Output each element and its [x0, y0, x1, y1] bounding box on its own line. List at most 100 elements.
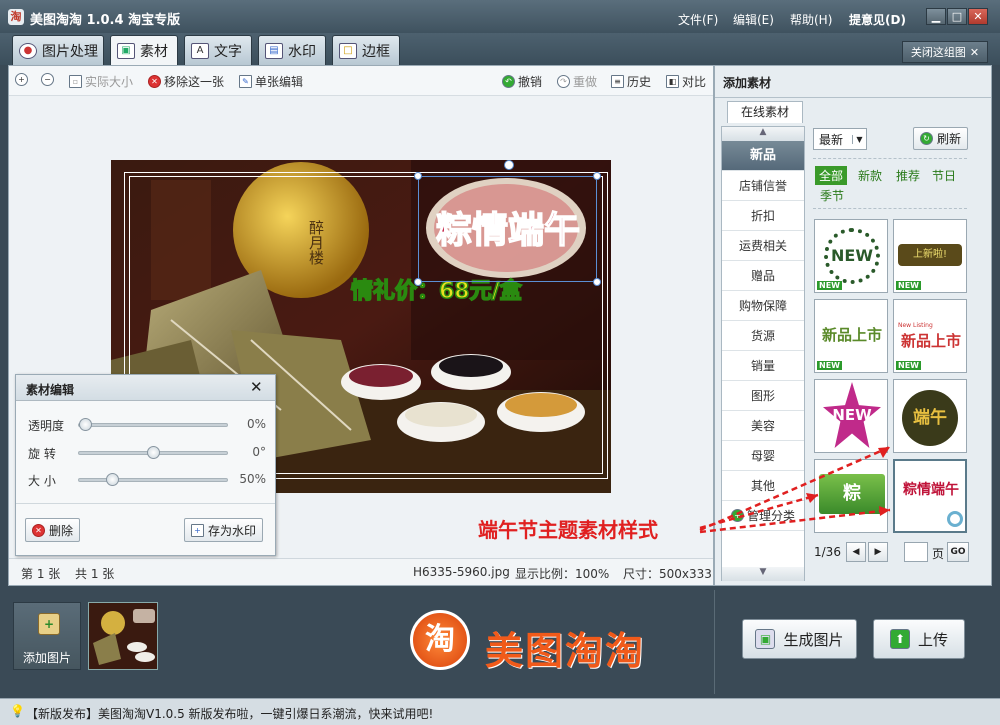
resize-handle[interactable] — [593, 172, 601, 180]
rotate-slider[interactable] — [78, 446, 228, 459]
filter-season[interactable]: 季节 — [820, 187, 844, 204]
tab-label: 水印 — [288, 43, 316, 60]
close-window-button[interactable]: ✕ — [968, 8, 988, 25]
material-thumb[interactable]: 上新啦! NEW — [893, 219, 967, 293]
filter-divider — [813, 158, 967, 159]
size-label: 大 小 — [28, 474, 56, 488]
resize-handle[interactable] — [414, 278, 422, 286]
opacity-value: 0% — [246, 417, 266, 431]
tab-image-processing[interactable]: ● 图片处理 — [12, 35, 104, 65]
rotate-handle[interactable] — [504, 160, 514, 170]
undo-label: 撤销 — [518, 75, 543, 89]
current-page: 第 1 张 — [21, 567, 61, 581]
scroll-down-icon[interactable]: ▼ — [722, 567, 804, 581]
history-button[interactable]: ≡ 历史 — [611, 73, 651, 90]
category-new[interactable]: 新品 — [722, 141, 804, 171]
redo-icon: ↷ — [557, 75, 570, 88]
category-protection[interactable]: 购物保障 — [722, 291, 804, 321]
redo-button[interactable]: ↷ 重做 — [557, 73, 597, 90]
title-divider — [715, 97, 991, 98]
zoom-out-button[interactable]: − — [41, 73, 54, 86]
menu-feedback[interactable]: 提意见(D) — [849, 11, 906, 28]
undo-button[interactable]: ↶ 撤销 — [502, 73, 542, 90]
filter-new-style[interactable]: 新款 — [858, 167, 882, 184]
opacity-slider-thumb[interactable] — [79, 418, 92, 431]
tab-border[interactable]: □ 边框 — [332, 35, 400, 65]
close-image-group-button[interactable]: 关闭这组图 ✕ — [902, 41, 988, 63]
menu-file[interactable]: 文件(F) — [678, 11, 718, 28]
category-gift[interactable]: 赠品 — [722, 261, 804, 291]
upload-button[interactable]: ⬆ 上传 — [873, 619, 965, 659]
category-source[interactable]: 货源 — [722, 321, 804, 351]
panel-close-icon[interactable]: ✕ — [250, 378, 263, 396]
tab-materials[interactable]: ▣ 素材 — [110, 35, 178, 65]
resize-handle[interactable] — [414, 172, 422, 180]
tab-label: 图片处理 — [42, 43, 98, 60]
tab-watermark[interactable]: ▤ 水印 — [258, 35, 326, 65]
category-shop-credit[interactable]: 店铺信誉 — [722, 171, 804, 201]
news-text[interactable]: 【新版发布】美图淘淘V1.0.5 新版发布啦，一键引爆日系潮流，快来试用吧! — [26, 705, 433, 722]
menu-help[interactable]: 帮助(H) — [790, 11, 832, 28]
menu-edit[interactable]: 编辑(E) — [733, 11, 774, 28]
scroll-up-icon[interactable]: ▲ — [722, 127, 804, 141]
prev-page-button[interactable]: ◀ — [846, 542, 866, 562]
chevron-down-icon: ▼ — [852, 134, 866, 144]
app-title: 美图淘淘 1.0.4 淘宝专版 — [30, 13, 181, 28]
single-edit-button[interactable]: ✎ 单张编辑 — [239, 73, 303, 90]
tab-text[interactable]: A 文字 — [184, 35, 252, 65]
add-image-button[interactable]: + 添加图片 — [13, 602, 81, 670]
material-thumb[interactable]: NEW NEW — [814, 219, 888, 293]
delete-button[interactable]: ✕ 删除 — [25, 518, 81, 542]
thumb-small-text: New Listing — [898, 322, 933, 329]
category-sales[interactable]: 销量 — [722, 351, 804, 381]
size-slider-thumb[interactable] — [106, 473, 119, 486]
resize-handle[interactable] — [593, 278, 601, 286]
page-input[interactable] — [904, 542, 928, 562]
category-beauty[interactable]: 美容 — [722, 411, 804, 441]
new-tag: NEW — [817, 361, 842, 370]
zoom-in-button[interactable]: + — [15, 73, 28, 86]
filter-recommended[interactable]: 推荐 — [896, 167, 920, 184]
remove-one-button[interactable]: ✕ 移除这一张 — [148, 73, 224, 90]
refresh-button[interactable]: ↻ 刷新 — [913, 127, 969, 150]
go-button[interactable]: GO — [947, 542, 969, 562]
material-thumb-selected[interactable]: 粽情端午 — [893, 459, 967, 533]
brand-logo-icon: 淘 — [410, 610, 470, 670]
actual-size-label: 实际大小 — [85, 75, 134, 89]
watermark-save-icon: + — [191, 523, 204, 537]
edit-toolbar: + − ▫ 实际大小 ✕ 移除这一张 ✎ 单张编辑 ↶ 撤销 ↷ 重做 ≡ 历史 ◧ 对比 — [9, 66, 713, 96]
rotate-slider-thumb[interactable] — [146, 446, 160, 459]
bottom-divider — [714, 590, 715, 694]
image-status-bar: 第 1 张 共 1 张 H6335-5960.jpg 显示比例：100% 尺寸：… — [9, 558, 713, 585]
panel-title: 素材编辑 — [26, 383, 75, 397]
main-tab-bar: ● 图片处理 ▣ 素材 A 文字 ▤ 水印 □ 边框 关闭这组图 ✕ — [0, 33, 1000, 65]
category-shipping[interactable]: 运费相关 — [722, 231, 804, 261]
sort-select[interactable]: 最新 ▼ — [813, 128, 867, 150]
category-shapes[interactable]: 图形 — [722, 381, 804, 411]
rotate-value: 0° — [252, 445, 266, 459]
material-thumb[interactable]: 端午 — [893, 379, 967, 453]
opacity-slider[interactable] — [78, 418, 228, 431]
compare-label: 对比 — [682, 75, 707, 89]
material-thumb[interactable]: 新品上市 NEW — [814, 299, 888, 373]
image-thumbnail[interactable] — [88, 602, 158, 670]
sticker-selection-box[interactable] — [418, 176, 597, 282]
filter-all[interactable]: 全部 — [815, 166, 848, 185]
next-page-button[interactable]: ▶ — [868, 542, 888, 562]
filter-holiday[interactable]: 节日 — [932, 167, 956, 184]
compare-button[interactable]: ◧ 对比 — [666, 73, 706, 90]
actual-size-button[interactable]: ▫ 实际大小 — [69, 73, 133, 90]
save-as-watermark-button[interactable]: + 存为水印 — [184, 518, 264, 542]
thumb-text: 端午 — [902, 390, 958, 446]
loading-icon — [947, 511, 963, 527]
material-thumb[interactable]: New Listing 新品上市 NEW — [893, 299, 967, 373]
minimize-button[interactable]: ▁ — [926, 8, 946, 25]
tab-online-materials[interactable]: 在线素材 — [727, 101, 803, 123]
annotation-arrows — [699, 445, 891, 534]
maximize-button[interactable]: □ — [947, 8, 967, 25]
category-discount[interactable]: 折扣 — [722, 201, 804, 231]
compare-icon: ◧ — [666, 75, 679, 88]
generate-image-button[interactable]: ▣ 生成图片 — [742, 619, 857, 659]
sort-value: 最新 — [819, 132, 844, 147]
size-slider[interactable] — [78, 473, 228, 486]
